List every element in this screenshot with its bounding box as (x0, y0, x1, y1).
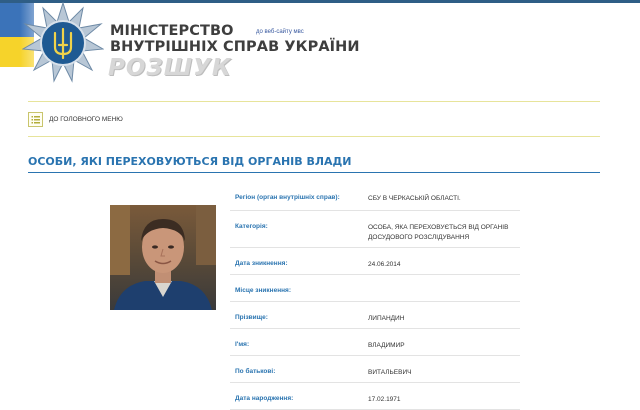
person-photo (110, 205, 216, 310)
detail-label: І'мя: (235, 341, 250, 348)
detail-value: 17.02.1971 (368, 396, 401, 403)
detail-label: Прізвище: (235, 314, 268, 321)
detail-row-disappearance-date: Дата зникнення: 24.06.2014 (230, 248, 520, 275)
detail-label: Дата народження: (235, 395, 294, 402)
person-details: Регіон (орган внутрішніх справ): СБУ в Ч… (230, 182, 520, 410)
police-emblem-icon[interactable] (22, 2, 104, 84)
page: Міністерство внутрішніх справ України РО… (0, 0, 640, 410)
detail-label: По батькові: (235, 368, 276, 375)
detail-row-category: Категорія: Особа, яка переховується від … (230, 211, 520, 248)
detail-label: Місце зникнення: (235, 287, 292, 294)
detail-value: ВИТАЛЬЕВИЧ (368, 369, 412, 376)
detail-row-surname: Прізвище: ЛИПАНДИН (230, 302, 520, 329)
detail-row-patronymic: По батькові: ВИТАЛЬЕВИЧ (230, 356, 520, 383)
page-title-rule (28, 172, 600, 173)
detail-value: 24.06.2014 (368, 261, 401, 268)
detail-label: Регіон (орган внутрішніх справ): (235, 194, 340, 201)
detail-row-region: Регіон (орган внутрішніх справ): СБУ в Ч… (230, 182, 520, 211)
detail-row-first-name: І'мя: ВЛАДИМИР (230, 329, 520, 356)
ministry-title-line-2: внутрішніх справ України (110, 39, 360, 55)
detail-row-birth-date: Дата народження: 17.02.1971 (230, 383, 520, 410)
menu-divider-top (28, 101, 600, 102)
page-title: ОСОБИ, ЯКІ ПЕРЕХОВУЮТЬСЯ ВІД ОРГАНІВ ВЛА… (28, 155, 352, 168)
list-menu-icon (31, 116, 40, 124)
menu-divider-bottom (28, 136, 600, 137)
old-site-link[interactable]: до веб-сайту мвс (256, 29, 304, 35)
ministry-title: Міністерство внутрішніх справ України (110, 23, 360, 55)
detail-value: ВЛАДИМИР (368, 342, 405, 349)
detail-label: Категорія: (235, 223, 268, 230)
detail-value: Особа, яка переховується від органів дос… (368, 224, 509, 241)
section-title: РОЗШУК (108, 55, 232, 81)
detail-value: ЛИПАНДИН (368, 315, 405, 322)
detail-value: СБУ в Черкаській області. (368, 195, 461, 202)
main-menu-button[interactable] (28, 112, 43, 127)
detail-label: Дата зникнення: (235, 260, 288, 267)
main-menu-link[interactable]: до головного меню (49, 116, 123, 123)
detail-row-disappearance-place: Місце зникнення: (230, 275, 520, 302)
